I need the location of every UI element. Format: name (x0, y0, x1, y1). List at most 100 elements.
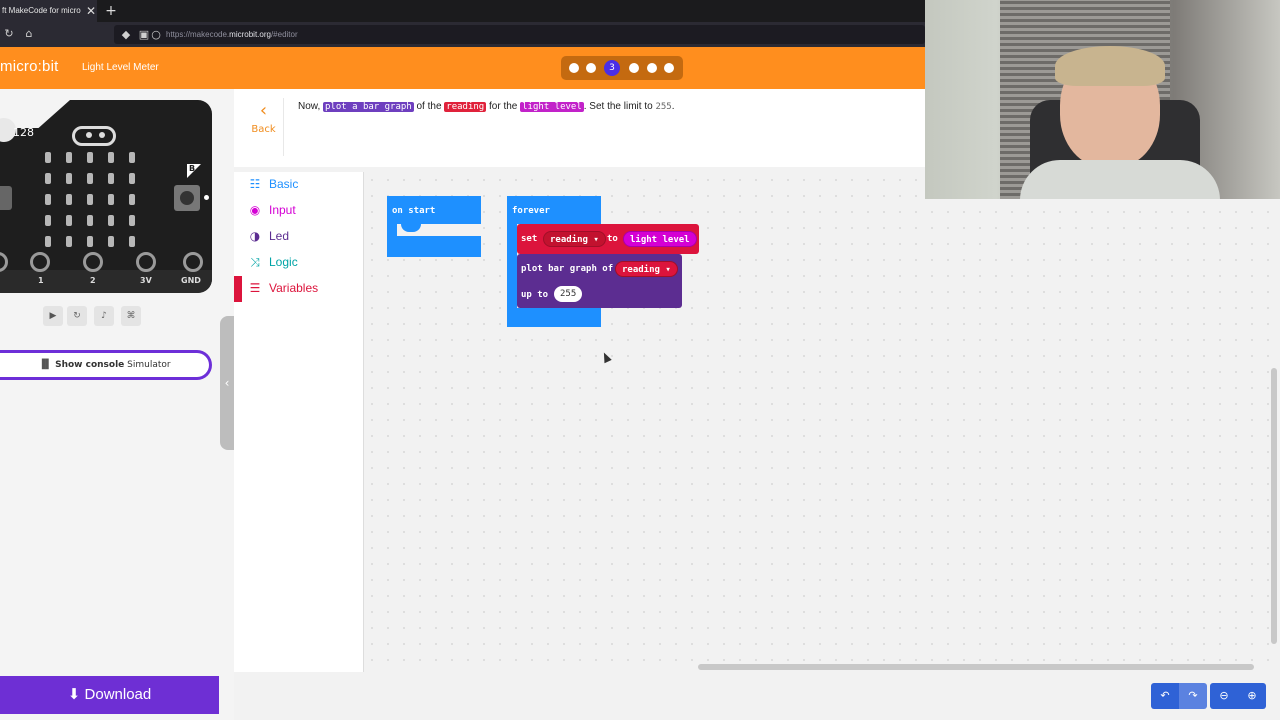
on-start-label: on start (392, 206, 436, 216)
tutorial-step-1[interactable] (569, 63, 579, 73)
zoom-out-button[interactable]: ⊖ (1210, 683, 1238, 709)
led-matrix (45, 152, 145, 252)
toolbox-label: Basic (269, 177, 299, 191)
toolbox-label: Input (269, 203, 296, 217)
forever-label: forever (512, 206, 550, 216)
pin-label-3v: 3V (140, 276, 152, 285)
reload-icon[interactable]: ↻ (1, 26, 17, 42)
show-console-label: Show console (55, 360, 125, 370)
toolbox-item-variables[interactable]: ☰ Variables (234, 276, 364, 302)
undo-button[interactable]: ↶ (1151, 683, 1179, 709)
plot-bar-graph-block[interactable]: plot bar graph of reading ▾ up to 255 (517, 254, 682, 308)
toolbox-item-basic[interactable]: ☷ Basic (234, 172, 364, 198)
logo-dot (86, 132, 92, 138)
code-snippet: reading (444, 102, 487, 112)
mute-icon[interactable]: ♪ (94, 306, 114, 326)
download-icon: ⬇ (67, 686, 81, 703)
back-button[interactable]: ‹ Back (244, 98, 284, 156)
blocks-workspace[interactable] (364, 172, 1280, 672)
display-value: 128 (13, 126, 34, 139)
restart-icon[interactable]: ↻ (67, 306, 87, 326)
tutorial-hint: ‹ Back Now, plot a bar graph of the read… (234, 89, 925, 167)
zoom-out-icon: ⊖ (1219, 689, 1229, 702)
download-label: Download (84, 686, 152, 703)
person-shirt (1020, 160, 1220, 199)
shield-icon: ◆ (121, 28, 131, 41)
show-console-button[interactable]: ▐▌ Show console Simulator (0, 350, 212, 380)
plot-label: plot bar graph of (521, 264, 614, 274)
redo-button[interactable]: ↷ (1179, 683, 1207, 709)
toolbox-item-logic[interactable]: ⤨ Logic (234, 250, 364, 276)
tutorial-step-5[interactable] (647, 63, 657, 73)
limit-value-input[interactable]: 255 (554, 286, 583, 302)
pin-label-gnd: GND (181, 276, 201, 285)
hint-text: Now, plot a bar graph of the reading for… (298, 101, 675, 112)
permissions-icon: ○ (151, 28, 161, 41)
pin-gnd[interactable] (183, 252, 203, 272)
code-snippet: plot a bar graph (323, 102, 414, 112)
chart-icon: ▐▌ (38, 360, 53, 370)
selected-indicator (234, 276, 242, 302)
toolbox-label: Led (269, 229, 290, 243)
logo-dot (99, 132, 105, 138)
webcam-overlay (925, 0, 1280, 199)
pin-1[interactable] (30, 252, 50, 272)
toggle-icon: ◑ (249, 229, 261, 243)
on-start-block[interactable]: on start (387, 196, 481, 257)
tutorial-step-current[interactable]: 3 (604, 60, 620, 76)
code-snippet: 255 (655, 102, 672, 112)
show-console-suffix: Simulator (127, 360, 171, 370)
collapse-simulator-button[interactable]: ‹ (220, 316, 234, 450)
tutorial-step-6[interactable] (664, 63, 674, 73)
set-variable-block[interactable]: set reading ▾ to light level (517, 224, 699, 254)
new-tab-button[interactable]: + (104, 2, 118, 20)
pin-2[interactable] (83, 252, 103, 272)
vertical-scrollbar[interactable] (1271, 368, 1277, 644)
undo-icon: ↶ (1160, 689, 1170, 702)
code-snippet: light level (520, 102, 584, 112)
toolbox-label: Logic (269, 255, 298, 269)
tutorial-step-indicator: 3 (561, 56, 683, 80)
toolbox-item-input[interactable]: ◉ Input (234, 198, 364, 224)
toolbox-label: Variables (269, 281, 319, 295)
set-label: set (521, 234, 538, 244)
url-bar[interactable]: ◆ ▣ ○ https://makecode.microbit.org/#edi… (114, 25, 925, 44)
chevron-left-icon: ‹ (224, 376, 230, 390)
board-marker (204, 195, 209, 200)
zoom-in-icon: ⊕ (1247, 689, 1257, 702)
pin-0[interactable] (0, 252, 8, 272)
download-button[interactable]: ⬇ Download (0, 676, 219, 714)
simulator-panel: 128 B 1 2 3V GND ▶ ↻ ♪ ⌘ ▐▌ Show console… (0, 89, 234, 720)
pin-3v[interactable] (136, 252, 156, 272)
microbit-logo[interactable]: micro:bit (0, 58, 58, 75)
editor-header: micro:bit Light Level Meter 3 (0, 47, 925, 89)
tab-close-icon[interactable]: ✕ (84, 3, 98, 19)
tab-title: ft MakeCode for micro (2, 6, 81, 15)
touch-logo-icon[interactable] (72, 126, 116, 146)
up-to-label: up to (521, 290, 549, 300)
play-icon[interactable]: ▶ (43, 306, 63, 326)
target-icon: ◉ (249, 203, 261, 217)
tutorial-step-2[interactable] (586, 63, 596, 73)
person-hair (1055, 46, 1165, 86)
zoom-in-button[interactable]: ⊕ (1238, 683, 1266, 709)
home-icon[interactable]: ⌂ (21, 26, 37, 42)
browser-tab[interactable]: ft MakeCode for micro (0, 0, 97, 22)
microbit-board[interactable]: 128 B 1 2 3V GND (0, 100, 212, 293)
chevron-left-icon: ‹ (259, 100, 268, 121)
back-label: Back (251, 124, 276, 135)
toolbox-item-led[interactable]: ◑ Led (234, 224, 364, 250)
variable-dropdown[interactable]: reading ▾ (543, 231, 606, 247)
browser-tab-bar: ft MakeCode for micro ✕ + (0, 0, 925, 22)
fullscreen-icon[interactable]: ⌘ (121, 306, 141, 326)
button-a-housing[interactable] (0, 186, 12, 210)
light-level-block[interactable]: light level (623, 231, 697, 247)
button-b-cap[interactable] (180, 191, 194, 205)
simulator-controls: ▶ ↻ ♪ ⌘ (40, 306, 146, 326)
browser-nav-bar: ↻ ⌂ ◆ ▣ ○ https://makecode.microbit.org/… (0, 22, 925, 47)
tutorial-step-4[interactable] (629, 63, 639, 73)
redo-icon: ↷ (1188, 689, 1198, 702)
horizontal-scrollbar[interactable] (698, 664, 1254, 670)
toolbox: ☷ Basic ◉ Input ◑ Led ⤨ Logic ☰ Variable… (234, 172, 364, 672)
variable-dropdown[interactable]: reading ▾ (615, 261, 678, 277)
